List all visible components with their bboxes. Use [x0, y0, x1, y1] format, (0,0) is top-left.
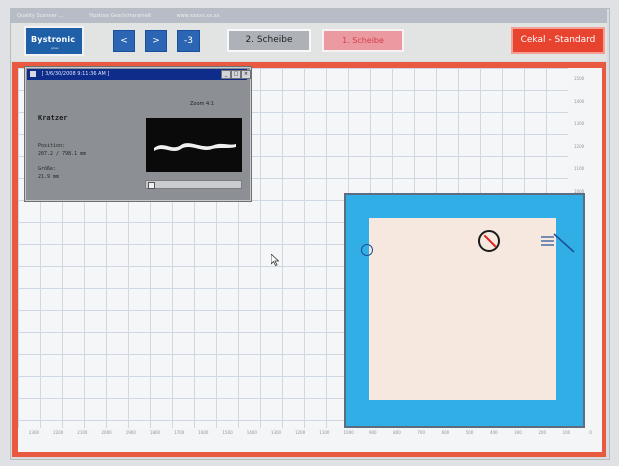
x-tick-label: 2100	[77, 430, 88, 435]
y-tick-label: 1100	[574, 166, 585, 172]
logo-text: Bystronic	[31, 35, 76, 44]
x-tick-label: 1600	[198, 430, 209, 435]
position-label: Position:	[38, 143, 66, 149]
glass-pane[interactable]	[369, 218, 556, 400]
defect-thumbnail	[146, 118, 242, 172]
x-tick-label: 1700	[174, 430, 185, 435]
pane-1-button[interactable]: 1. Scheibe	[322, 29, 404, 52]
logo-subtext: glass	[51, 46, 59, 50]
back-3-button[interactable]: -3	[177, 30, 200, 52]
x-tick-label: 800	[393, 430, 401, 435]
bystronic-logo: Bystronic glass	[24, 26, 84, 56]
no-entry-icon[interactable]	[478, 230, 500, 252]
x-tick-label: 600	[441, 430, 450, 435]
next-button[interactable]: >	[145, 30, 167, 52]
x-tick-label: 1100	[319, 430, 330, 435]
mouse-cursor-icon	[271, 254, 279, 266]
y-tick-label: 1200	[574, 143, 585, 149]
pane-2-button[interactable]: 2. Scheibe	[227, 29, 311, 52]
position-value: 207.2 / 798.1 mm	[38, 151, 87, 157]
size-label: Größe:	[38, 166, 57, 172]
slider-knob[interactable]	[148, 182, 155, 189]
system-menu-icon[interactable]	[30, 70, 36, 77]
y-tick-label: 1500	[574, 76, 585, 81]
window-title-bar: Quality Scanner ... Yipstoss Geschirrara…	[11, 9, 607, 23]
dialog-title-bar[interactable]: [ 3/6/30/2008 9:11:36 AM ]	[27, 69, 247, 80]
x-tick-label: 1500	[222, 430, 233, 435]
x-tick-label: 1900	[125, 430, 136, 435]
x-tick-label: 300	[514, 430, 522, 435]
profile-button[interactable]: Cekal - Standard	[511, 27, 605, 54]
x-tick-label: 900	[368, 430, 377, 435]
x-tick-label: 2300	[28, 430, 40, 435]
x-tick-label: 2000	[101, 430, 112, 435]
x-tick-label: 1400	[246, 430, 257, 435]
size-value: 21.9 mm	[38, 174, 60, 180]
dialog-slider[interactable]	[145, 180, 242, 189]
x-tick-label: 1300	[270, 430, 282, 435]
window-title-3: www.xxxxx.xx.xx	[176, 13, 220, 19]
x-tick-label: 1800	[149, 430, 161, 435]
lines-marker-icon[interactable]	[540, 233, 575, 253]
y-tick-label: 1400	[574, 98, 585, 104]
maximize-icon[interactable]: □	[231, 70, 241, 79]
dialog-title: [ 3/6/30/2008 9:11:36 AM ]	[41, 71, 110, 77]
y-tick-label: 1300	[574, 121, 585, 127]
zoom-label: Zoom 4:1	[190, 101, 215, 107]
x-tick-label: 100	[562, 430, 571, 435]
window-title-2: Yipstoss Geschirrarameß	[88, 13, 151, 19]
x-tick-label: 400	[489, 430, 498, 435]
no-entry-slash	[483, 234, 497, 248]
x-tick-label: 700	[417, 430, 425, 435]
x-tick-label: 1000	[343, 430, 354, 435]
x-tick-label: 0	[589, 430, 592, 435]
x-tick-label: 1200	[295, 430, 306, 435]
x-tick-label: 200	[538, 430, 546, 435]
close-icon[interactable]: ×	[241, 70, 251, 79]
circle-marker-icon[interactable]	[361, 244, 373, 256]
window-title-1: Quality Scanner ...	[17, 13, 64, 19]
minimize-icon[interactable]: _	[221, 70, 231, 79]
scratch-image	[154, 143, 236, 151]
x-tick-label: 2200	[53, 430, 64, 435]
x-tick-label: 500	[465, 430, 474, 435]
defect-name: Kratzer	[38, 114, 68, 122]
prev-button[interactable]: <	[113, 30, 135, 52]
